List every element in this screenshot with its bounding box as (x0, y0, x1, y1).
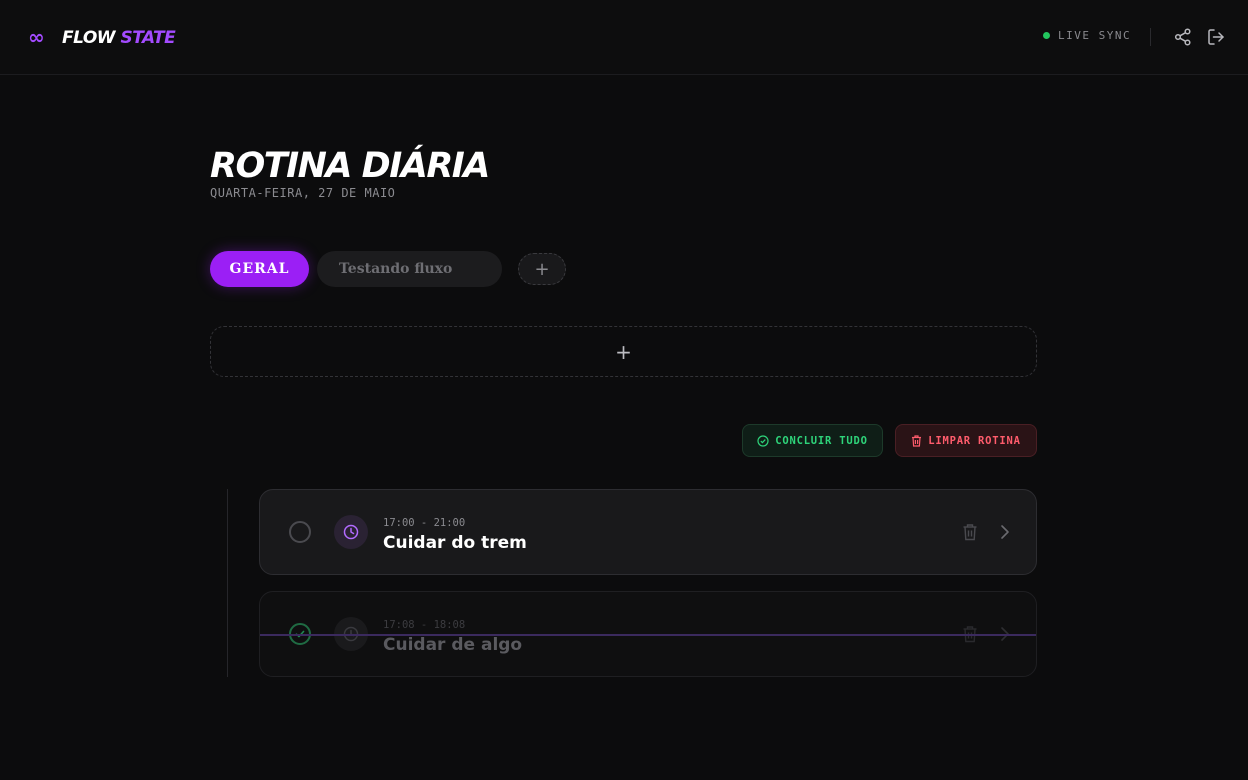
complete-all-button[interactable]: CONCLUIR TUDO (742, 424, 883, 457)
trash-icon (912, 434, 922, 447)
page-title: ROTINA DIÁRIA (210, 146, 490, 186)
app-header: ∞ FLOW STATE LIVE SYNC (0, 0, 1248, 75)
logout-icon[interactable] (1206, 27, 1226, 47)
add-task-button[interactable]: + (210, 326, 1037, 377)
plus-icon: + (615, 339, 632, 364)
completed-strikethrough (260, 634, 1036, 636)
page-date: QUARTA-FEIRA, 27 DE MAIO (210, 186, 396, 200)
clear-routine-label: LIMPAR ROTINA (928, 434, 1021, 447)
task-title: Cuidar de algo (383, 635, 523, 655)
infinity-logo-icon: ∞ (28, 25, 45, 49)
logo-word-state: STATE (120, 28, 176, 48)
header-divider (1150, 28, 1151, 46)
add-tab-button[interactable]: + (518, 253, 566, 285)
task-checkbox[interactable] (289, 521, 311, 543)
complete-all-label: CONCLUIR TUDO (775, 434, 868, 447)
tab-geral[interactable]: GERAL (210, 251, 309, 287)
clock-icon (334, 515, 368, 549)
clear-routine-button[interactable]: LIMPAR ROTINA (895, 424, 1037, 457)
share-icon[interactable] (1173, 27, 1193, 47)
chevron-right-icon[interactable] (998, 523, 1012, 541)
trash-icon[interactable] (962, 523, 978, 541)
task-time: 17:00 - 21:00 (383, 517, 466, 529)
task-time: 17:08 - 18:08 (383, 619, 466, 631)
logo-word-flow: FLOW (62, 28, 116, 48)
task-card-done[interactable]: 17:08 - 18:08 Cuidar de algo (259, 591, 1037, 677)
app-logo-text: FLOW STATE (62, 27, 176, 49)
plus-icon: + (534, 258, 550, 280)
task-title: Cuidar do trem (383, 533, 527, 553)
task-card[interactable]: 17:00 - 21:00 Cuidar do trem (259, 489, 1037, 575)
live-sync-indicator: LIVE SYNC (1043, 29, 1131, 42)
sync-status-label: LIVE SYNC (1058, 29, 1132, 42)
tab-testando-fluxo[interactable]: Testando fluxo (317, 251, 502, 287)
sync-status-dot (1043, 32, 1050, 39)
check-circle-icon (757, 434, 769, 447)
timeline-line (227, 489, 228, 677)
